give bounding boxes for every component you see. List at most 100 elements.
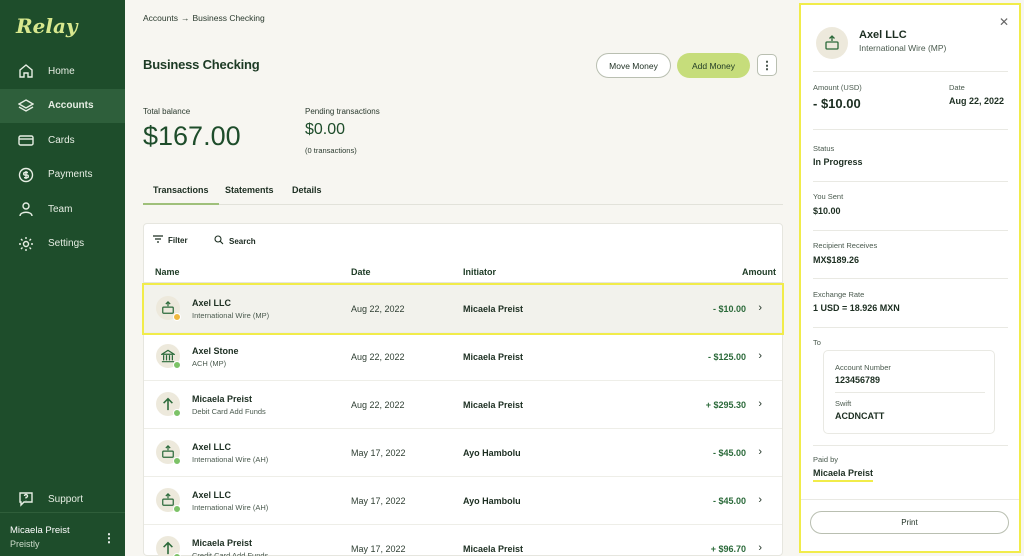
pending-value: $0.00	[305, 121, 346, 138]
divider	[813, 71, 1008, 72]
divider	[835, 392, 985, 393]
swift-label: Swift	[835, 399, 852, 408]
sidebar-item-team[interactable]: Team	[0, 192, 125, 227]
row-date: Aug 22, 2022	[351, 400, 405, 410]
arrow-up-icon	[156, 536, 181, 556]
row-amount: - $45.00	[712, 496, 746, 506]
status-dot	[173, 409, 181, 417]
column-header-amount[interactable]: Amount	[742, 267, 776, 277]
row-name: Axel LLC	[192, 298, 232, 308]
sidebar-item-label: Team	[48, 203, 73, 215]
user-name: Micaela Preist	[10, 525, 70, 536]
pending-count: (0 transactions)	[305, 146, 357, 155]
row-date: Aug 22, 2022	[351, 304, 405, 314]
wire-icon	[156, 488, 181, 513]
table-row[interactable]: Axel LLC International Wire (AH) May 17, 2…	[144, 477, 782, 525]
sidebar-item-cards[interactable]: Cards	[0, 123, 125, 158]
sent-label: You Sent	[813, 192, 844, 201]
more-vertical-icon[interactable]: ⋮	[103, 531, 115, 545]
to-label: To	[813, 338, 821, 347]
row-date: Aug 22, 2022	[351, 352, 405, 362]
wire-icon	[156, 296, 181, 321]
add-money-button[interactable]: Add Money	[677, 53, 750, 78]
row-amount: + $96.70	[710, 544, 746, 554]
paid-by-value: Micaela Preist	[813, 468, 874, 482]
sidebar-item-settings[interactable]: Settings	[0, 227, 125, 262]
breadcrumb-accounts[interactable]: Accounts	[143, 13, 178, 23]
divider	[813, 327, 1008, 328]
page-title: Business Checking	[143, 57, 260, 72]
row-initiator: Micaela Preist	[463, 304, 524, 314]
more-options-button[interactable]: ⋮	[757, 54, 777, 76]
row-amount: + $295.30	[705, 400, 746, 410]
sidebar-item-label: Cards	[48, 134, 75, 146]
row-name: Axel LLC	[192, 490, 232, 500]
close-icon[interactable]: ✕	[999, 15, 1009, 29]
tab-details[interactable]: Details	[292, 185, 322, 203]
row-type: International Wire (AH)	[192, 455, 269, 464]
search-label: Search	[229, 236, 256, 246]
divider	[813, 278, 1008, 279]
tab-transactions[interactable]: Transactions	[143, 185, 219, 205]
sidebar-item-payments[interactable]: Payments	[0, 158, 125, 193]
row-name: Micaela Preist	[192, 394, 253, 404]
table-row[interactable]: Axel LLC International Wire (MP) Aug 22, 2…	[142, 283, 784, 335]
detail-title: Axel LLC	[859, 29, 907, 41]
wire-icon	[156, 440, 181, 465]
print-button[interactable]: Print	[810, 511, 1009, 534]
move-money-button[interactable]: Move Money	[596, 53, 671, 78]
sidebar-item-label: Home	[48, 65, 75, 77]
relay-logo[interactable]: Relay	[16, 14, 78, 38]
row-name: Axel Stone	[192, 346, 239, 356]
arrow-up-icon	[156, 392, 181, 417]
exchange-rate-value: 1 USD = 18.926 MXN	[813, 303, 900, 313]
layers-icon	[18, 98, 34, 114]
table-row[interactable]: Axel LLC International Wire (AH) May 17, 2…	[144, 429, 782, 477]
row-initiator: Ayo Hambolu	[463, 496, 521, 506]
row-initiator: Ayo Hambolu	[463, 448, 521, 458]
sidebar-item-home[interactable]: Home	[0, 54, 125, 89]
row-amount: - $10.00	[712, 304, 746, 314]
table-row[interactable]: Micaela Preist Credit Card Add Funds May 1…	[144, 525, 782, 556]
status-dot	[173, 457, 181, 465]
breadcrumb: Accounts → Business Checking	[143, 13, 265, 23]
row-name: Micaela Preist	[192, 538, 253, 548]
divider	[813, 129, 1008, 130]
table-row[interactable]: Micaela Preist Debit Card Add Funds Aug 22…	[144, 381, 782, 429]
home-icon	[18, 63, 34, 79]
sidebar-item-label: Accounts	[48, 100, 94, 112]
column-header-date[interactable]: Date	[351, 267, 371, 277]
paid-by-label: Paid by	[813, 455, 839, 464]
sent-value: $10.00	[813, 206, 841, 216]
column-header-name[interactable]: Name	[155, 267, 180, 277]
chevron-right-icon[interactable]: ›	[758, 494, 762, 506]
search-button[interactable]: Search	[214, 235, 256, 247]
pending-label: Pending transactions	[305, 107, 380, 116]
account-tabs: Transactions Statements Details	[143, 185, 783, 205]
detail-subtitle: International Wire (MP)	[859, 43, 947, 53]
date-label: Date	[949, 83, 965, 92]
user-menu[interactable]: Micaela Preist Preistly ⋮	[0, 512, 125, 556]
card-icon	[18, 132, 34, 148]
search-icon	[214, 235, 224, 247]
receives-value: MX$189.26	[813, 255, 860, 265]
sidebar-item-accounts[interactable]: Accounts	[0, 88, 125, 123]
filter-button[interactable]: Filter	[153, 235, 188, 245]
chevron-right-icon[interactable]: ›	[758, 446, 762, 458]
exchange-rate-label: Exchange Rate	[813, 290, 865, 299]
status-dot	[173, 361, 181, 369]
column-header-initiator[interactable]: Initiator	[463, 267, 496, 277]
chevron-right-icon[interactable]: ›	[758, 350, 762, 362]
chevron-right-icon[interactable]: ›	[758, 302, 762, 314]
help-chat-icon	[18, 491, 34, 507]
row-date: May 17, 2022	[351, 496, 406, 506]
row-initiator: Micaela Preist	[463, 544, 524, 554]
tab-statements[interactable]: Statements	[225, 185, 274, 203]
row-type: ACH (MP)	[192, 359, 227, 368]
chevron-right-icon[interactable]: ›	[758, 542, 762, 554]
divider	[813, 230, 1008, 231]
dollar-icon	[18, 167, 34, 183]
table-row[interactable]: Axel Stone ACH (MP) Aug 22, 2022 Micaela Pr…	[144, 333, 782, 381]
chevron-right-icon[interactable]: ›	[758, 398, 762, 410]
receives-label: Recipient Receives	[813, 241, 878, 250]
